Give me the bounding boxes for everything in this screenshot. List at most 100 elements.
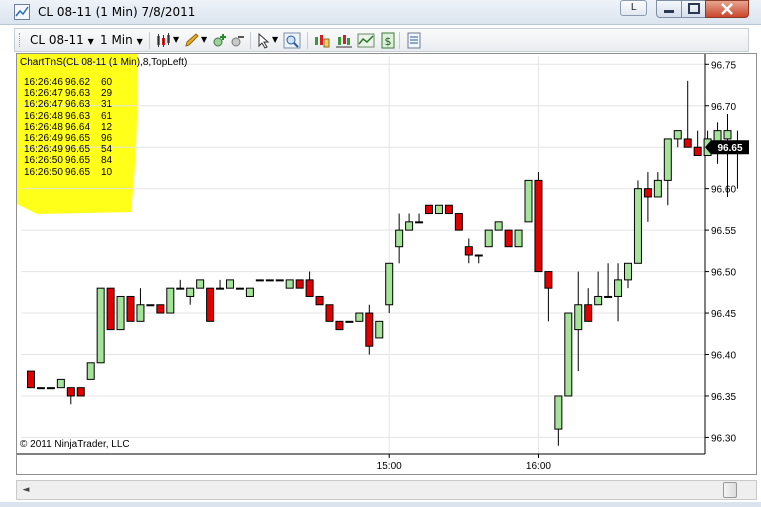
y-tick-label: 96.55 (711, 226, 736, 237)
chevron-down-icon[interactable]: ▼ (272, 35, 278, 44)
candle-body (524, 179, 533, 223)
toolbar-divider (399, 32, 400, 49)
chart-panel[interactable]: 96.75 96.70 96.65 96.60 96.55 96.50 96.45 96.40… (16, 53, 757, 475)
copyright-text: © 2011 NinjaTrader, LLC (20, 439, 130, 450)
candle-body (96, 287, 105, 364)
y-tick-label: 96.45 (711, 309, 736, 320)
scroll-left-arrow[interactable]: ◄ (19, 483, 33, 497)
window-title: CL 08-11 (1 Min) 7/8/2011 (38, 5, 196, 19)
tns-time: 16:26:48 (24, 121, 63, 133)
y-tick-label: 96.35 (711, 392, 736, 403)
candle-body (604, 295, 613, 298)
tns-volume: 29 (101, 88, 113, 100)
price-chart[interactable]: 96.75 96.70 96.65 96.60 96.55 96.50 96.45 96.40… (17, 54, 756, 474)
candle-body (275, 279, 284, 282)
tns-volume: 96 (101, 133, 113, 145)
tns-volume: 60 (101, 77, 113, 88)
candle-body (683, 138, 692, 148)
candle-body (425, 204, 433, 215)
close-button[interactable] (705, 0, 749, 18)
candle-body (494, 221, 503, 231)
tns-price: 96.65 (65, 133, 91, 145)
tns-time: 16:26:47 (24, 99, 63, 111)
candle-body (484, 229, 493, 248)
dollar-icon[interactable]: $ (379, 32, 397, 49)
window-bottom-edge (0, 502, 761, 507)
candle-body (375, 320, 384, 339)
candle-body (653, 179, 662, 198)
y-tick-label: 96.70 (711, 102, 736, 113)
bar-type-icon[interactable] (155, 32, 173, 49)
horizontal-scrollbar[interactable]: ◄ (16, 480, 757, 500)
magnify-icon[interactable] (283, 32, 301, 49)
candle-body (464, 246, 473, 256)
minimize-icon (664, 10, 674, 13)
candle-body (285, 279, 294, 289)
tns-row: 16:26:50 96.65 84 (24, 155, 117, 166)
tns-volume: 61 (101, 110, 113, 122)
candle-body (325, 304, 334, 322)
chevron-down-icon: ▼ (136, 37, 143, 46)
strategies-icon[interactable] (357, 32, 375, 49)
candle-body (723, 130, 732, 140)
candle-body (186, 287, 195, 297)
candle-body (76, 387, 85, 397)
tns-volume: 84 (101, 155, 113, 167)
chart-toolbar: CL 08-11 ▼ 1 Min ▼ ▼ ▼ ▼ $ (14, 28, 749, 52)
scroll-thumb[interactable] (723, 482, 737, 498)
pencil-icon[interactable] (183, 32, 201, 49)
candle-body (504, 229, 513, 248)
candle-body (86, 362, 95, 380)
tns-price: 96.63 (65, 88, 91, 100)
tns-time: 16:26:48 (24, 110, 63, 122)
tns-time: 16:26:49 (24, 144, 63, 156)
chevron-down-icon[interactable]: ▼ (173, 35, 179, 44)
candle-body (385, 262, 394, 306)
candle-body (305, 279, 314, 297)
x-tick-label: 15:00 (377, 461, 402, 472)
properties-icon[interactable] (405, 32, 423, 49)
candle-body (226, 279, 234, 289)
minimize-button[interactable] (656, 0, 682, 18)
candle-body (116, 295, 125, 331)
close-icon (721, 3, 733, 15)
y-tick-label: 96.30 (711, 433, 736, 444)
candle-body (544, 271, 553, 289)
candle-body (663, 138, 672, 181)
toolbar-grip[interactable] (19, 33, 21, 47)
candle-body (564, 312, 573, 397)
tns-price: 96.65 (65, 166, 91, 178)
zoom-out-icon[interactable] (229, 32, 247, 49)
data-box-icon[interactable] (313, 32, 331, 49)
candle-body (176, 287, 185, 290)
tns-volume: 31 (101, 99, 113, 111)
tns-row: 16:26:48 96.63 61 (24, 111, 117, 122)
link-button[interactable]: L (620, 0, 647, 16)
chevron-down-icon[interactable]: ▼ (201, 35, 207, 44)
y-tick-label: 96.50 (711, 268, 736, 279)
maximize-icon (688, 3, 700, 14)
candle-body (594, 295, 603, 306)
tns-volume: 12 (101, 121, 113, 133)
instrument-label: CL 08-11 (30, 33, 84, 47)
candle-body (355, 312, 364, 322)
candle-body (345, 320, 354, 323)
candle-body (693, 146, 702, 157)
tns-row: 16:26:47 96.63 31 (24, 99, 117, 110)
tns-price: 96.63 (65, 110, 91, 122)
period-dropdown[interactable]: 1 Min ▼ (97, 32, 146, 49)
chart-app-icon (14, 4, 30, 20)
candle-body (365, 312, 374, 347)
current-price-label: 96.65 (717, 143, 742, 154)
maximize-button[interactable] (681, 0, 706, 18)
y-tick-label: 96.40 (711, 351, 736, 362)
candle-body (136, 304, 145, 322)
instrument-dropdown[interactable]: CL 08-11 ▼ (27, 32, 97, 49)
candle-body (216, 287, 225, 290)
indicators-icon[interactable] (335, 32, 353, 49)
tns-price: 96.65 (65, 144, 91, 156)
cursor-icon[interactable] (255, 32, 273, 49)
tns-row: 16:26:48 96.64 12 (24, 122, 117, 133)
candle-body (126, 295, 135, 322)
zoom-in-icon[interactable] (211, 32, 229, 49)
